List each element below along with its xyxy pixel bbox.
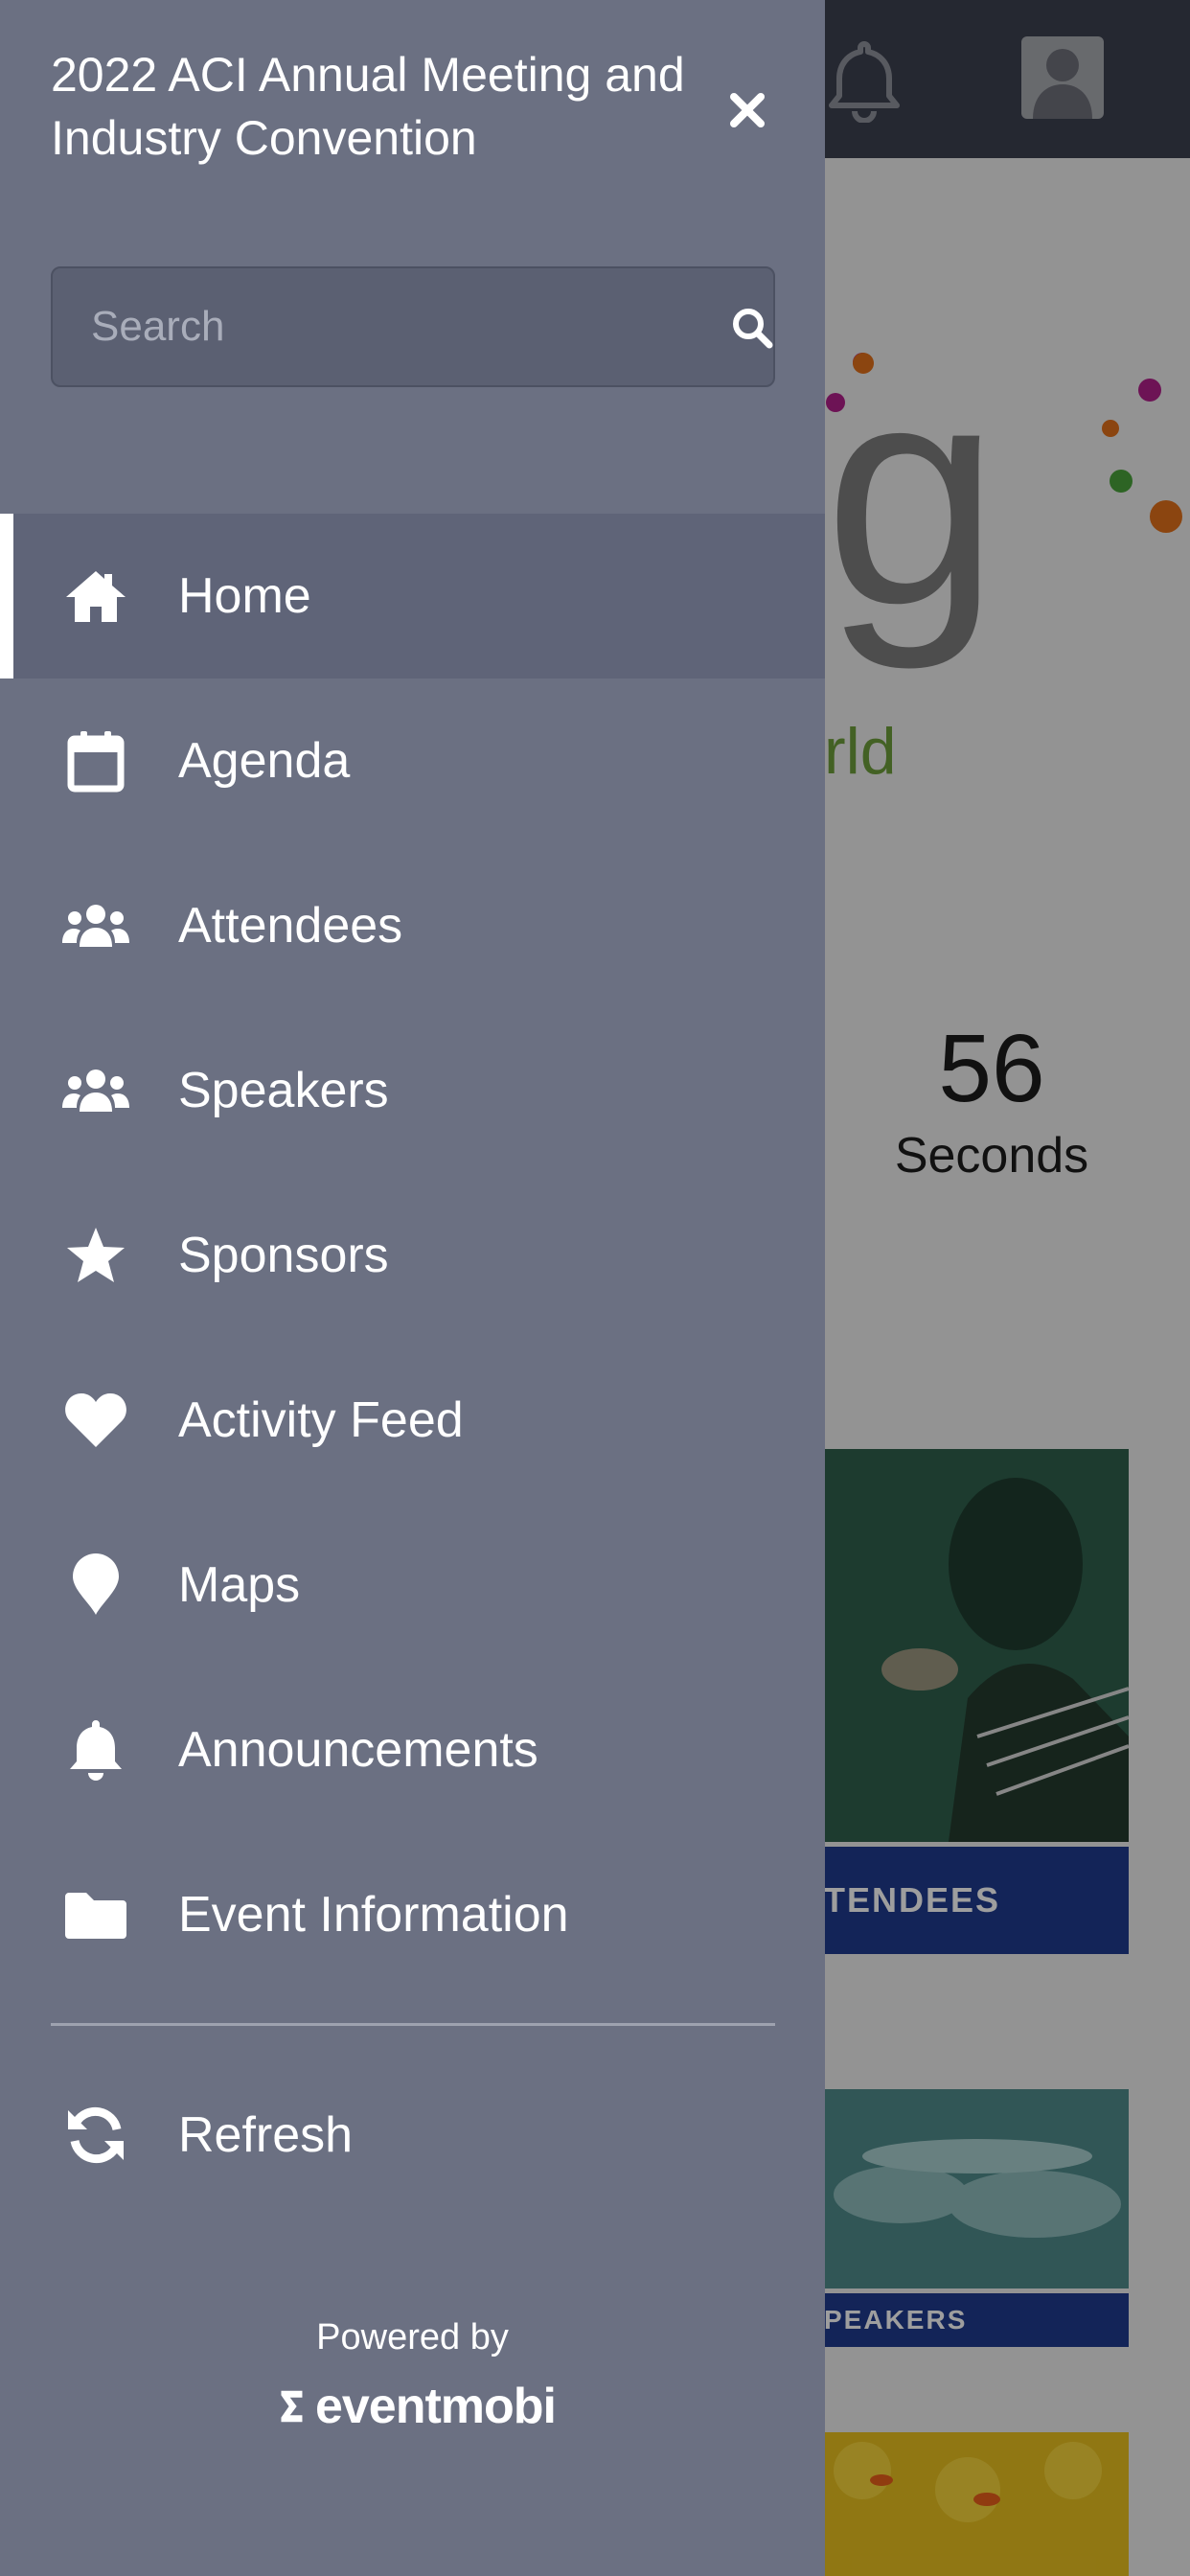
calendar-icon xyxy=(61,731,130,793)
close-drawer-button[interactable] xyxy=(719,81,776,139)
nav-label-sponsors: Sponsors xyxy=(178,1228,389,1283)
nav-item-attendees[interactable]: Attendees xyxy=(0,843,825,1008)
refresh-button[interactable]: Refresh xyxy=(0,2053,825,2218)
event-title: 2022 ACI Annual Meeting and Industry Con… xyxy=(51,48,685,165)
nav-item-activity-feed[interactable]: Activity Feed xyxy=(0,1338,825,1503)
powered-by-text: Powered by xyxy=(316,2317,509,2358)
nav-label-announcements: Announcements xyxy=(178,1722,538,1778)
refresh-icon xyxy=(61,2106,130,2164)
navigation-drawer: 2022 ACI Annual Meeting and Industry Con… xyxy=(0,0,825,2576)
bell-icon xyxy=(61,1720,130,1781)
nav-item-event-information[interactable]: Event Information xyxy=(0,1832,825,1997)
nav-item-announcements[interactable]: Announcements xyxy=(0,1668,825,1832)
nav-label-maps: Maps xyxy=(178,1557,301,1613)
heart-icon xyxy=(61,1392,130,1449)
nav-item-speakers[interactable]: Speakers xyxy=(0,1008,825,1173)
nav-label-agenda: Agenda xyxy=(178,733,351,789)
search-input[interactable] xyxy=(91,268,685,385)
brand-name: eventmobi xyxy=(314,2379,557,2434)
menu-divider xyxy=(51,2023,775,2026)
users-icon xyxy=(61,897,130,954)
map-pin-icon xyxy=(61,1553,130,1615)
eventmobi-logo[interactable]: eventmobi xyxy=(278,2373,557,2440)
nav-item-sponsors[interactable]: Sponsors xyxy=(0,1173,825,1338)
nav-label-home: Home xyxy=(178,568,311,624)
nav-label-activity-feed: Activity Feed xyxy=(178,1392,464,1448)
home-icon xyxy=(61,567,130,625)
nav-item-home[interactable]: Home xyxy=(0,514,825,678)
drawer-nav: Home Agenda Attendees Speakers Sponsors xyxy=(0,514,825,1997)
refresh-label: Refresh xyxy=(178,2107,354,2163)
search-icon[interactable] xyxy=(729,305,775,351)
close-icon xyxy=(730,93,765,127)
star-icon xyxy=(61,1227,130,1284)
eventmobi-logo-icon xyxy=(281,2390,303,2423)
nav-item-maps[interactable]: Maps xyxy=(0,1503,825,1668)
search-field[interactable] xyxy=(51,266,775,387)
nav-label-attendees: Attendees xyxy=(178,898,403,954)
nav-item-agenda[interactable]: Agenda xyxy=(0,678,825,843)
nav-label-event-information: Event Information xyxy=(178,1887,569,1943)
folder-icon xyxy=(61,1886,130,1944)
nav-label-speakers: Speakers xyxy=(178,1063,389,1118)
users-icon xyxy=(61,1062,130,1119)
